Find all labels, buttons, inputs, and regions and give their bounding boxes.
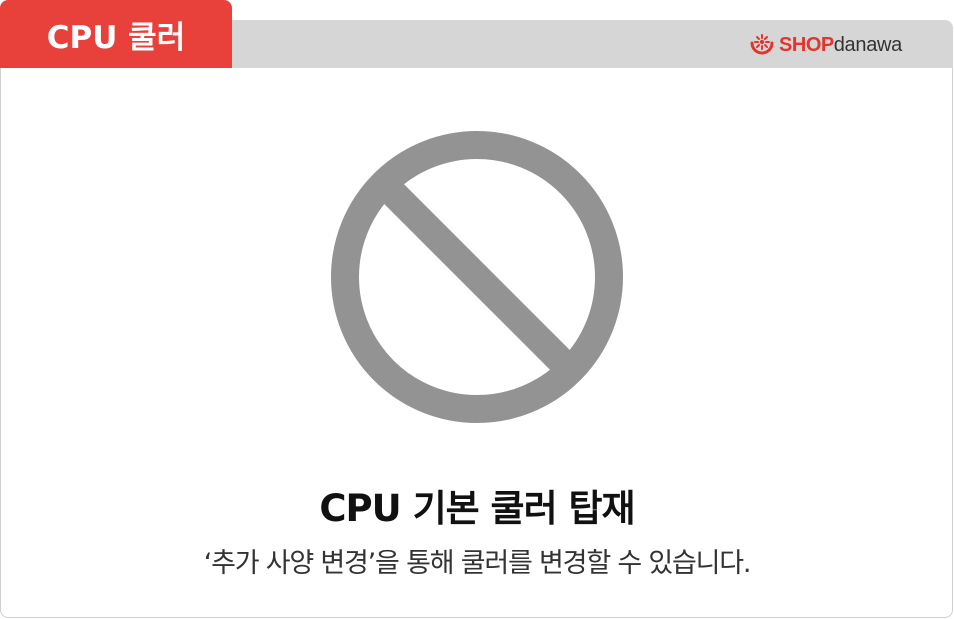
logo-shop-text: SHOP xyxy=(779,33,834,56)
prohibited-icon xyxy=(331,131,623,423)
status-title: CPU 기본 쿨러 탑재 xyxy=(319,487,635,530)
logo-danawa-text: danawa xyxy=(833,33,903,56)
tab-cpu-cooler[interactable]: CPU 쿨러 xyxy=(0,0,232,68)
danawa-logo-icon xyxy=(750,34,774,55)
shop-danawa-logo: SHOP danawa xyxy=(749,31,902,59)
status-description: ‘추가 사양 변경’을 통해 쿨러를 변경할 수 있습니다. xyxy=(203,548,752,579)
cpu-cooler-card: CPU 쿨러 SHOP danawa CPU 기본 쿨러 탑재 ‘추가 사양 변… xyxy=(0,0,954,619)
